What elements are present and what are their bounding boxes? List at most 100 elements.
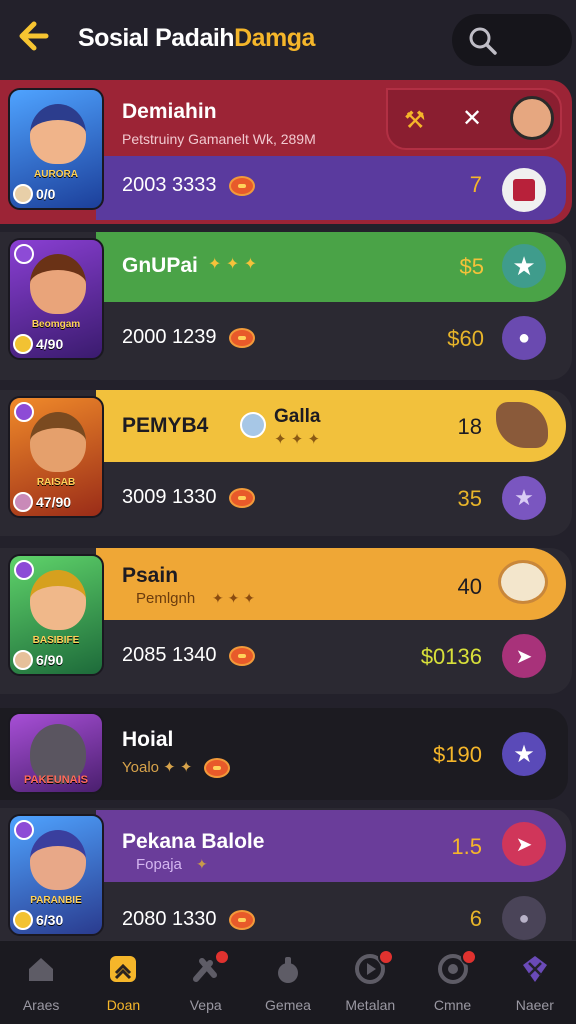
player-subtitle: Fopaja	[136, 856, 182, 873]
nav-label: Naeer	[515, 997, 554, 1013]
list-item[interactable]: AURORA 0/0 Demiahin Petstruiny Gamanelt …	[0, 80, 576, 224]
coin-icon	[228, 645, 255, 666]
reward-icon[interactable]	[498, 560, 548, 604]
player-subtitle: Pemlgnh	[136, 590, 196, 607]
player-subtitle: Petstruiny Gamanelt Wk, 289M	[122, 131, 316, 147]
badge-icon	[14, 560, 34, 580]
action-panel: ⚒ ✕	[386, 88, 562, 150]
sparkle-icon: ✦ ✦ ✦	[212, 590, 255, 606]
arrow-left-icon[interactable]	[14, 18, 54, 58]
avatar	[13, 184, 33, 204]
character-thumbnail[interactable]: BASIBIFE 6/90	[8, 554, 104, 676]
character-thumbnail[interactable]: PARANBIE 6/30	[8, 814, 104, 936]
amount-value: 6	[469, 906, 482, 931]
star-icon: ★	[513, 740, 535, 768]
title-part-1: Sosial Padaih	[78, 24, 235, 52]
title-part-2: Damga	[234, 24, 315, 52]
thumbnail-label: RAISAB	[36, 477, 76, 488]
player-subtitle-row: Yoalo ✦ ✦	[122, 758, 231, 779]
avatar	[240, 412, 266, 438]
list-item[interactable]: PARANBIE 6/30 Pekana Balole Fopaja ✦ 1.5…	[0, 808, 576, 944]
coin-icon	[204, 758, 231, 779]
score-row: 2085 1340	[122, 644, 255, 667]
star-button[interactable]: ★	[502, 732, 546, 776]
gift-icon	[513, 179, 535, 201]
thumbnail-number: 4/90	[36, 336, 64, 352]
character-thumbnail[interactable]: PAKEUNAIS	[8, 712, 104, 794]
character-thumbnail[interactable]: RAISAB 47/90	[8, 396, 104, 518]
amount-top: 1.5	[451, 834, 482, 859]
nav-item-gemea[interactable]: Gemea	[247, 941, 329, 1024]
send-button[interactable]: ➤	[502, 822, 546, 866]
player-name-secondary: Galla	[274, 406, 321, 427]
gift-button[interactable]	[502, 168, 546, 212]
bag-icon	[277, 957, 298, 983]
nav-item-doan[interactable]: Doan	[82, 941, 164, 1024]
send-button[interactable]: ➤	[502, 634, 546, 678]
badge-icon	[14, 820, 34, 840]
avatar	[13, 650, 33, 670]
page-title: Sosial PadaihDamga	[78, 24, 315, 53]
person-icon: ●	[518, 907, 530, 928]
thumbnail-label: Beomgam	[31, 319, 81, 330]
score-value: 2000 1239	[122, 326, 217, 348]
search-button[interactable]	[452, 14, 572, 66]
profile-button[interactable]: ●	[502, 896, 546, 940]
star-icon: ★	[514, 485, 534, 510]
list-item[interactable]: Beomgam 4/90 GnUPai ✦ ✦ ✦ $5 ★ 2000 1239…	[0, 232, 576, 380]
nav-label: Metalan	[345, 997, 396, 1013]
hammer-icon[interactable]: ⚒	[404, 106, 426, 135]
player-subtitle: Yoalo	[122, 759, 159, 776]
star-button[interactable]: ★	[502, 476, 546, 520]
score-value: 2085 1340	[122, 644, 217, 666]
list-item[interactable]: RAISAB 47/90 PEMYB4 Galla ✦ ✦ ✦ 18 3009 …	[0, 390, 576, 536]
top-bar: Sosial PadaihDamga	[0, 0, 576, 80]
amount-value: 35	[457, 486, 482, 511]
swords-icon[interactable]: ✕	[462, 104, 482, 133]
score-row: 2003 3333	[122, 174, 255, 197]
nav-item-araes[interactable]: Araes	[0, 941, 82, 1024]
character-thumbnail[interactable]: AURORA 0/0	[8, 88, 104, 210]
amount-top: $5	[459, 254, 484, 279]
player-name: Demiahin	[122, 100, 217, 123]
thumbnail-label: AURORA	[34, 169, 78, 180]
coin-icon	[228, 175, 255, 196]
nav-item-cmne[interactable]: Cmne	[411, 941, 493, 1024]
person-icon: ●	[517, 326, 531, 349]
avatar[interactable]	[510, 96, 554, 140]
notification-badge	[378, 949, 395, 965]
nav-item-naeer[interactable]: Naeer	[494, 941, 576, 1024]
rank-icon	[110, 956, 137, 982]
home-icon	[29, 958, 54, 981]
score-row: 3009 1330	[122, 486, 255, 509]
list-item[interactable]: PAKEUNAIS Hoial Yoalo ✦ ✦ $190 ★	[0, 708, 576, 800]
avatar	[13, 492, 33, 512]
nav-item-metalan[interactable]: Metalan	[329, 941, 411, 1024]
score-value: 2080 1330	[122, 908, 217, 930]
profile-button[interactable]: ●	[502, 316, 546, 360]
amount-value: $190	[433, 742, 482, 767]
thumbnail-number: 0/0	[36, 186, 56, 202]
nav-label: Doan	[106, 997, 141, 1013]
coin-icon	[13, 334, 33, 354]
player-name: Psain	[122, 564, 179, 587]
amount-top: 40	[457, 574, 482, 599]
score-row: 2080 1330	[122, 908, 255, 931]
character-thumbnail[interactable]: Beomgam 4/90	[8, 238, 104, 360]
score-value: 3009 1330	[122, 486, 217, 508]
list-item[interactable]: BASIBIFE 6/90 Psain Pemlgnh ✦ ✦ ✦ 40 208…	[0, 548, 576, 694]
search-icon	[469, 27, 497, 55]
thumbnail-number: 6/30	[36, 912, 64, 928]
nav-label: Vepa	[189, 997, 222, 1013]
amount-value: $60	[447, 326, 484, 351]
sparkle-icon: ✦ ✦ ✦	[208, 256, 258, 273]
thumbnail-label: BASIBIFE	[32, 635, 80, 646]
thumbnail-label: PAKEUNAIS	[24, 774, 88, 786]
coin-icon	[13, 910, 33, 930]
thumbnail-label: PARANBIE	[30, 895, 82, 906]
nav-label: Gemea	[265, 997, 311, 1013]
player-name: Pekana Balole	[122, 830, 265, 853]
nav-item-vepa[interactable]: Vepa	[165, 941, 247, 1024]
bottom-nav: Araes Doan Vepa Gemea Metalan Cmne Naeer	[0, 940, 576, 1024]
star-button[interactable]: ★	[502, 244, 546, 288]
